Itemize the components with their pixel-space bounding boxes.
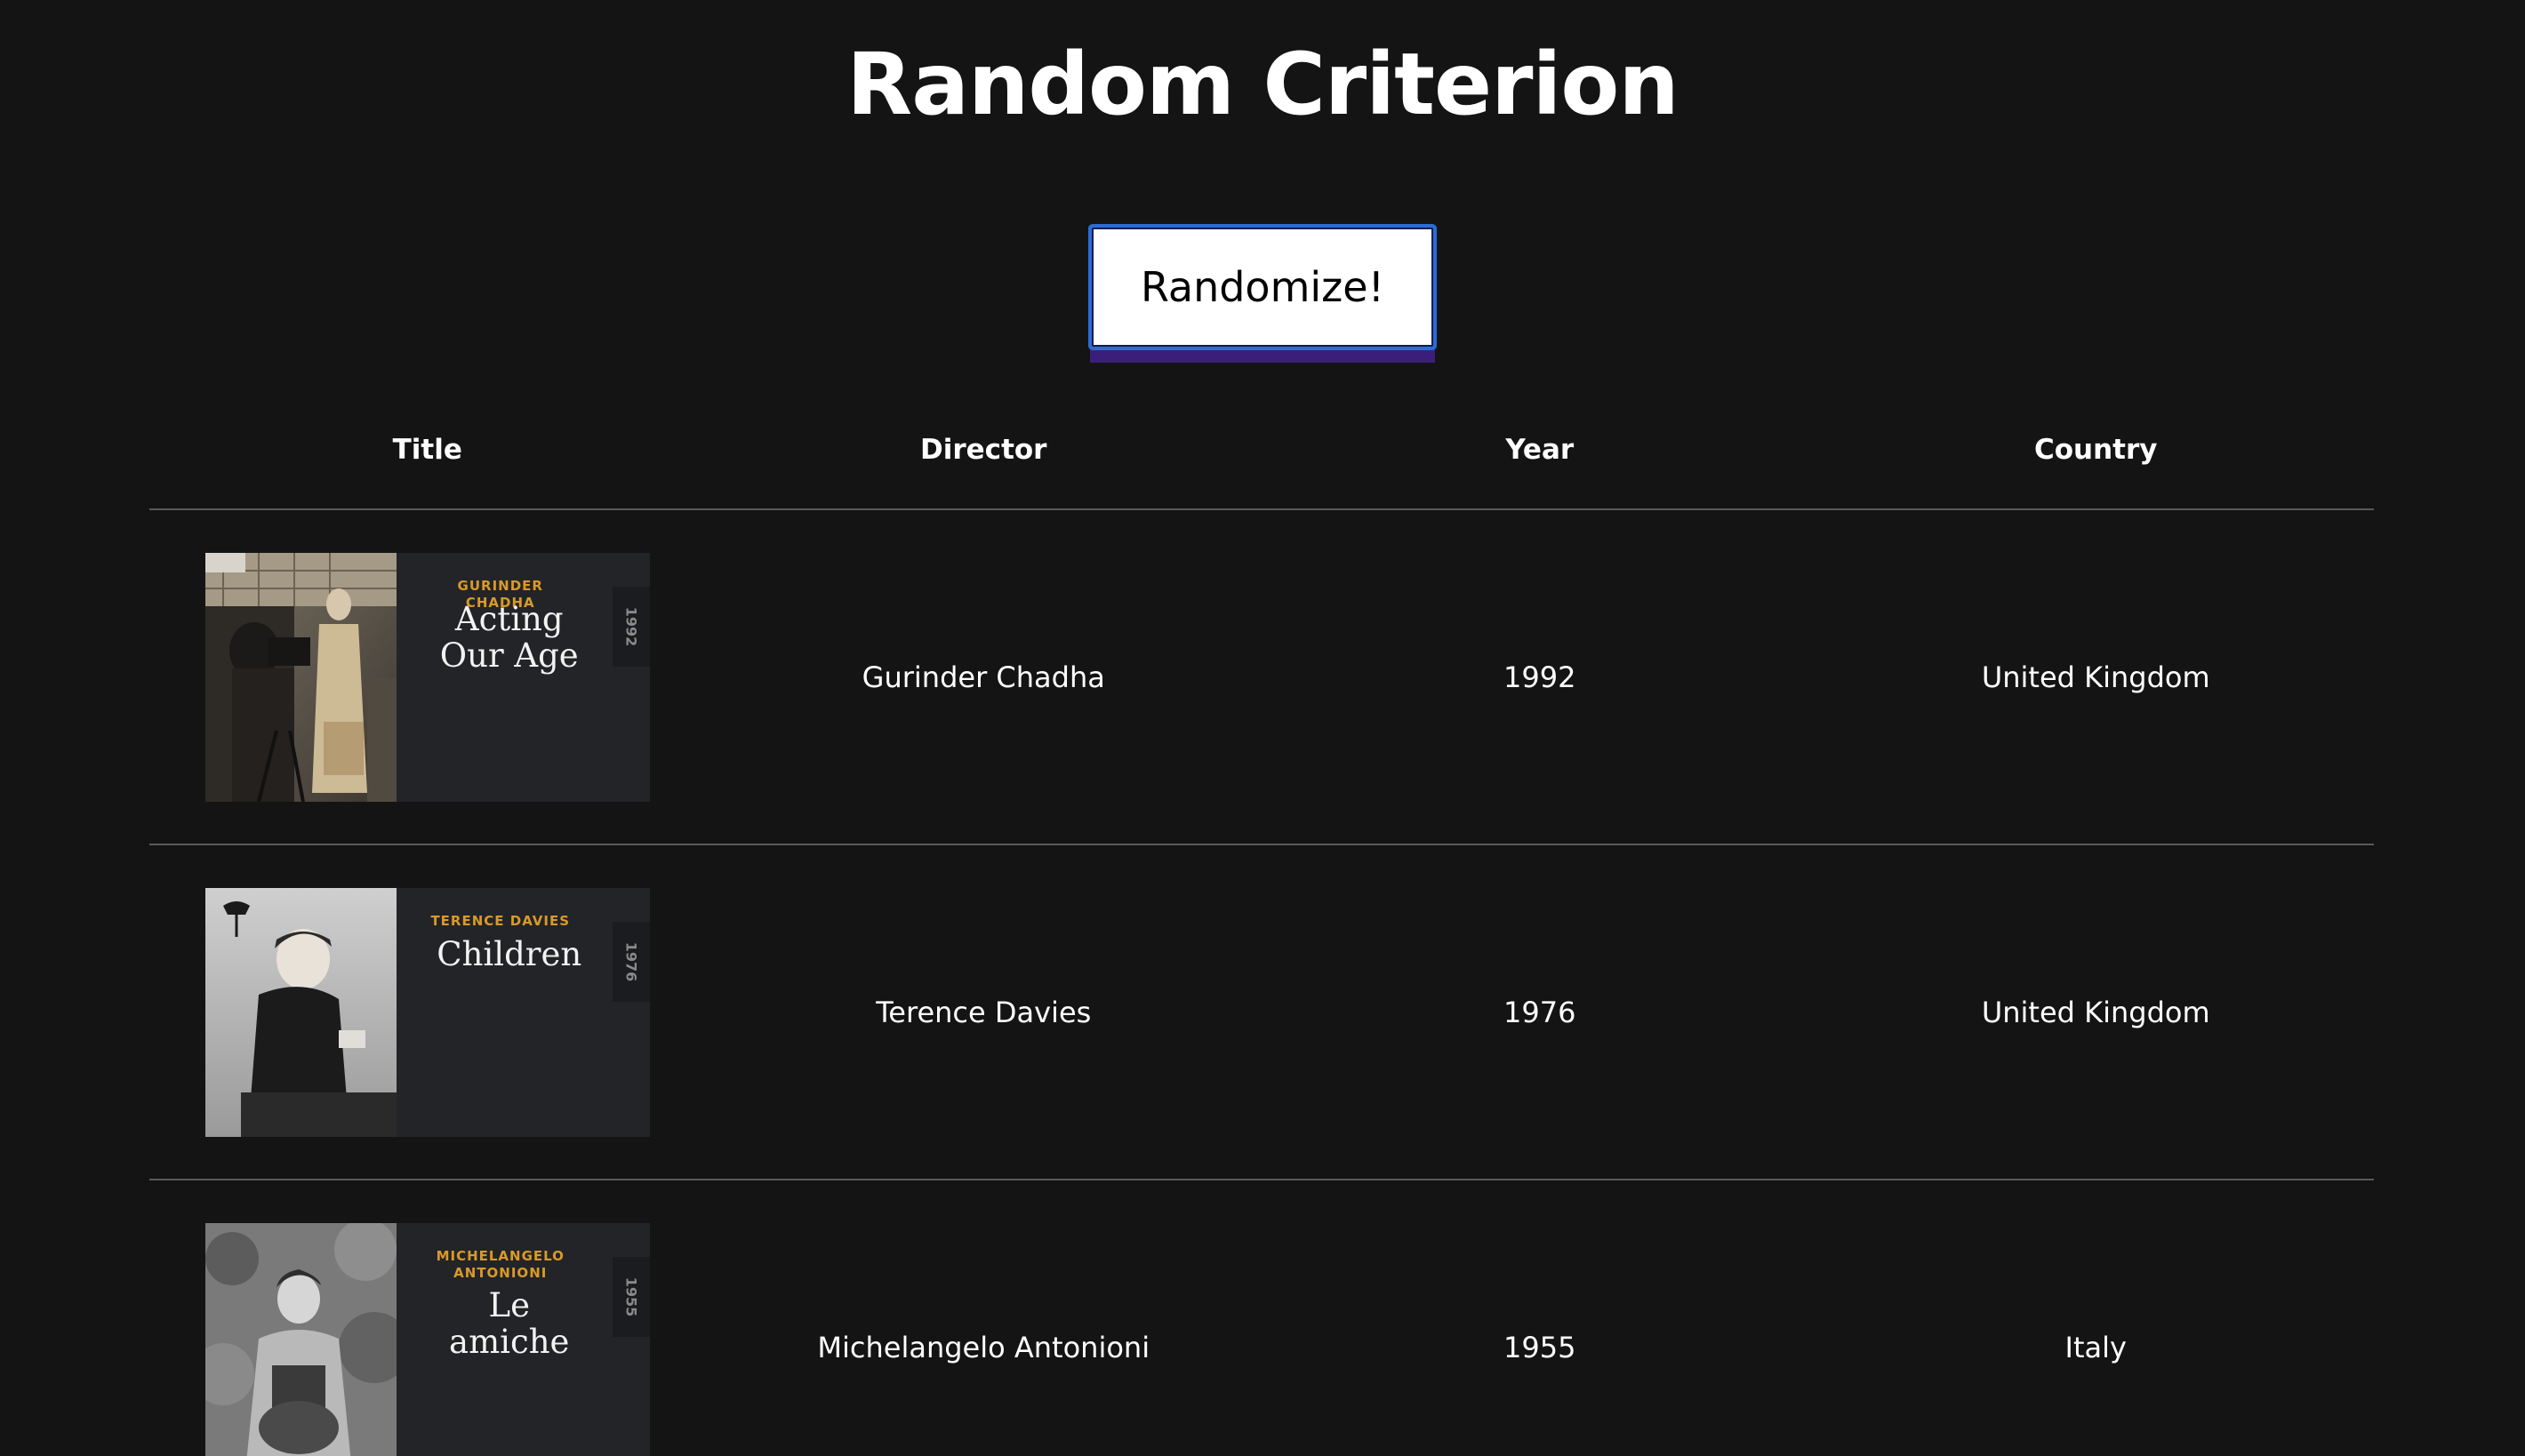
- randomize-button-wrapper: Randomize!: [1088, 224, 1437, 363]
- poster-year-tab: 1955: [612, 1256, 650, 1337]
- poster-year-tab: 1992: [612, 586, 650, 667]
- movies-table: Title Director Year Country GURINDER CHA…: [149, 391, 2374, 1456]
- movie-poster[interactable]: MICHELANGELO ANTONIONI Le amiche 1955: [204, 1222, 650, 1456]
- header-title: Title: [392, 434, 462, 466]
- table-row: GURINDER CHADHA Acting Our Age 1992 Guri…: [149, 510, 2374, 845]
- country-cell: United Kingdom: [1981, 995, 2210, 1029]
- year-cell: 1976: [1503, 995, 1576, 1029]
- director-cell: Michelangelo Antonioni: [817, 1330, 1150, 1364]
- year-cell: 1992: [1503, 660, 1576, 694]
- page-title: Random Criterion: [846, 35, 1679, 134]
- randomize-button[interactable]: Randomize!: [1088, 224, 1437, 350]
- title-cell: GURINDER CHADHA Acting Our Age 1992: [149, 552, 706, 802]
- movie-poster[interactable]: GURINDER CHADHA Acting Our Age 1992: [204, 552, 650, 802]
- movie-poster[interactable]: TERENCE DAVIES Children 1976: [204, 887, 650, 1137]
- page: Random Criterion Randomize! Title Direct…: [0, 0, 2525, 1456]
- country-cell: Italy: [2064, 1330, 2127, 1364]
- director-cell: Gurinder Chadha: [862, 660, 1105, 694]
- poster-year: 1992: [622, 606, 640, 646]
- table-header: Title Director Year Country: [149, 391, 2374, 510]
- poster-year: 1976: [622, 941, 640, 981]
- poster-director: TERENCE DAVIES: [430, 912, 571, 929]
- header-country: Country: [2033, 434, 2158, 466]
- header-director: Director: [920, 434, 1047, 466]
- header-year: Year: [1505, 434, 1575, 466]
- poster-year-tab: 1976: [612, 921, 650, 1002]
- poster-director: MICHELANGELO ANTONIONI: [436, 1247, 565, 1281]
- director-cell: Terence Davies: [876, 995, 1092, 1029]
- poster-year: 1955: [622, 1276, 640, 1316]
- poster-title: Le amiche: [449, 1285, 570, 1361]
- poster-still-image: [204, 552, 397, 802]
- poster-title: Acting Our Age: [439, 599, 579, 675]
- table-row: TERENCE DAVIES Children 1976 Terence Dav…: [149, 845, 2374, 1180]
- year-cell: 1955: [1503, 1330, 1576, 1364]
- title-cell: TERENCE DAVIES Children 1976: [149, 887, 706, 1137]
- poster-still-image: [204, 1222, 397, 1456]
- poster-title: Children: [437, 934, 582, 973]
- poster-still-image: [204, 887, 397, 1137]
- country-cell: United Kingdom: [1981, 660, 2210, 694]
- title-cell: MICHELANGELO ANTONIONI Le amiche 1955: [149, 1222, 706, 1456]
- table-row: MICHELANGELO ANTONIONI Le amiche 1955 Mi…: [149, 1180, 2374, 1456]
